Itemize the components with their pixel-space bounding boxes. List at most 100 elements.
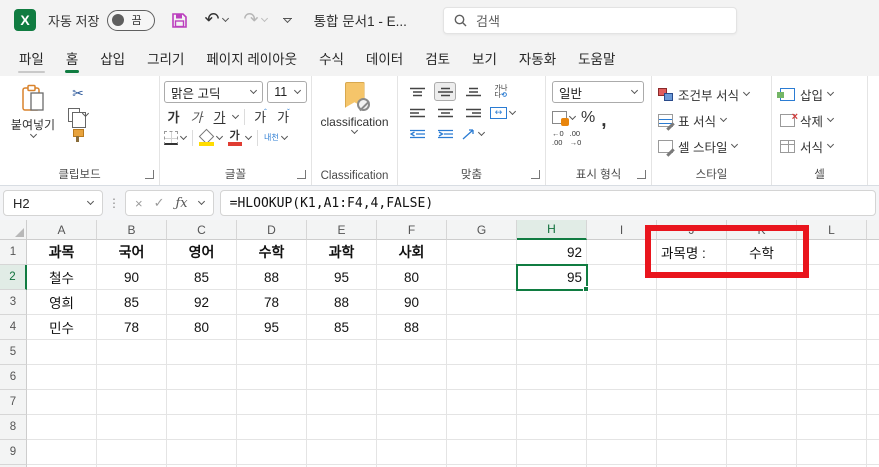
column-header-A[interactable]: A bbox=[27, 220, 97, 240]
tab-automate[interactable]: 자동화 bbox=[508, 40, 567, 76]
cell-K7[interactable] bbox=[727, 390, 797, 415]
cell-E4[interactable]: 85 bbox=[307, 315, 377, 340]
cell-I4[interactable] bbox=[587, 315, 657, 340]
cell-C1[interactable]: 영어 bbox=[167, 240, 237, 265]
fill-color-button[interactable] bbox=[199, 131, 224, 146]
row-header-7[interactable]: 7 bbox=[0, 390, 27, 415]
bottom-align-button[interactable] bbox=[462, 82, 484, 101]
cell-F3[interactable]: 90 bbox=[377, 290, 447, 315]
undo-dropdown-icon[interactable] bbox=[221, 14, 229, 23]
column-header-C[interactable]: C bbox=[167, 220, 237, 240]
top-align-button[interactable] bbox=[406, 82, 428, 101]
font-color-button[interactable]: 가 bbox=[226, 130, 253, 146]
cell-B4[interactable]: 78 bbox=[97, 315, 167, 340]
cell-F8[interactable] bbox=[377, 415, 447, 440]
cell-L2[interactable] bbox=[797, 265, 867, 290]
cell-G8[interactable] bbox=[447, 415, 517, 440]
cell-E5[interactable] bbox=[307, 340, 377, 365]
cell-H8[interactable] bbox=[517, 415, 587, 440]
undo-button[interactable]: ↶ bbox=[204, 11, 229, 29]
decrease-font-button[interactable]: 가ˇ bbox=[274, 107, 293, 126]
cell-F1[interactable]: 사회 bbox=[377, 240, 447, 265]
accounting-format-button[interactable] bbox=[552, 111, 577, 126]
column-header-G[interactable]: G bbox=[447, 220, 517, 240]
cell-K2[interactable] bbox=[727, 265, 797, 290]
font-dialog-launcher-icon[interactable] bbox=[297, 170, 306, 179]
cell-E2[interactable]: 95 bbox=[307, 265, 377, 290]
rotate-text-dropdown-icon[interactable] bbox=[477, 128, 486, 136]
cell-A4[interactable]: 민수 bbox=[27, 315, 97, 340]
search-input[interactable]: 검색 bbox=[443, 7, 737, 34]
copy-button[interactable] bbox=[68, 108, 90, 128]
cell-H9[interactable] bbox=[517, 440, 587, 465]
cell-D1[interactable]: 수학 bbox=[237, 240, 307, 265]
cell-E1[interactable]: 과학 bbox=[307, 240, 377, 265]
underline-dropdown-icon[interactable] bbox=[231, 111, 240, 119]
cell-C5[interactable] bbox=[167, 340, 237, 365]
cell-E7[interactable] bbox=[307, 390, 377, 415]
cell-K8[interactable] bbox=[727, 415, 797, 440]
tab-review[interactable]: 검토 bbox=[414, 40, 461, 76]
increase-font-button[interactable]: 가ˆ bbox=[251, 107, 270, 126]
formula-input[interactable]: =HLOOKUP(K1,A1:F4,4,FALSE) bbox=[219, 190, 876, 216]
cell-H3[interactable] bbox=[517, 290, 587, 315]
cell-D7[interactable] bbox=[237, 390, 307, 415]
redo-button[interactable]: ↷ bbox=[244, 11, 268, 29]
cell-A3[interactable]: 영희 bbox=[27, 290, 97, 315]
cell-G2[interactable] bbox=[447, 265, 517, 290]
column-header-K[interactable]: K bbox=[727, 220, 797, 240]
cell-E3[interactable]: 88 bbox=[307, 290, 377, 315]
cell-J2[interactable] bbox=[657, 265, 727, 290]
cell-J3[interactable] bbox=[657, 290, 727, 315]
insert-cells-button[interactable]: 삽입 bbox=[777, 81, 863, 107]
column-header-J[interactable]: J bbox=[657, 220, 727, 240]
cell-A9[interactable] bbox=[27, 440, 97, 465]
alignment-dialog-launcher-icon[interactable] bbox=[531, 170, 540, 179]
cell-B1[interactable]: 국어 bbox=[97, 240, 167, 265]
cell-C4[interactable]: 80 bbox=[167, 315, 237, 340]
phonetic-guide-button[interactable]: 내천 bbox=[264, 132, 288, 142]
tab-home[interactable]: 홈 bbox=[55, 40, 89, 76]
cell-K4[interactable] bbox=[727, 315, 797, 340]
cell-C6[interactable] bbox=[167, 365, 237, 390]
cancel-icon[interactable]: × bbox=[135, 196, 143, 211]
cell-C8[interactable] bbox=[167, 415, 237, 440]
align-left-button[interactable] bbox=[406, 103, 428, 122]
column-header-F[interactable]: F bbox=[377, 220, 447, 240]
cell-B5[interactable] bbox=[97, 340, 167, 365]
cell-D5[interactable] bbox=[237, 340, 307, 365]
cell-H1[interactable]: 92 bbox=[517, 240, 587, 265]
increase-indent-button[interactable] bbox=[434, 124, 456, 143]
column-header-L[interactable]: L bbox=[797, 220, 867, 240]
number-format-select[interactable]: 일반 bbox=[552, 81, 644, 103]
cut-button[interactable]: ✂ bbox=[68, 86, 88, 102]
cell-E6[interactable] bbox=[307, 365, 377, 390]
row-header-2[interactable]: 2 bbox=[0, 265, 27, 290]
phonetic-dropdown-icon[interactable] bbox=[280, 132, 288, 141]
middle-align-button[interactable] bbox=[434, 82, 456, 101]
cell-A8[interactable] bbox=[27, 415, 97, 440]
cell-A5[interactable] bbox=[27, 340, 97, 365]
clipboard-dialog-launcher-icon[interactable] bbox=[145, 170, 154, 179]
cell-L6[interactable] bbox=[797, 365, 867, 390]
tab-file[interactable]: 파일 bbox=[8, 40, 55, 76]
format-cells-button[interactable]: 서식 bbox=[780, 133, 863, 159]
cell-K1[interactable]: 수학 bbox=[727, 240, 797, 265]
row-header-6[interactable]: 6 bbox=[0, 365, 27, 390]
cell-H7[interactable] bbox=[517, 390, 587, 415]
conditional-formatting-button[interactable]: 조건부 서식 bbox=[658, 81, 767, 107]
cell-C9[interactable] bbox=[167, 440, 237, 465]
cell-D3[interactable]: 78 bbox=[237, 290, 307, 315]
cell-I2[interactable] bbox=[587, 265, 657, 290]
function-dropdown-icon[interactable] bbox=[197, 197, 205, 206]
cell-F4[interactable]: 88 bbox=[377, 315, 447, 340]
cell-L9[interactable] bbox=[797, 440, 867, 465]
cell-I8[interactable] bbox=[587, 415, 657, 440]
cell-B3[interactable]: 85 bbox=[97, 290, 167, 315]
cell-I6[interactable] bbox=[587, 365, 657, 390]
underline-button[interactable]: 가 bbox=[210, 107, 229, 126]
cell-E8[interactable] bbox=[307, 415, 377, 440]
cell-H2[interactable]: 95 bbox=[516, 264, 589, 292]
name-box[interactable]: H2 bbox=[3, 190, 103, 216]
cell-F6[interactable] bbox=[377, 365, 447, 390]
